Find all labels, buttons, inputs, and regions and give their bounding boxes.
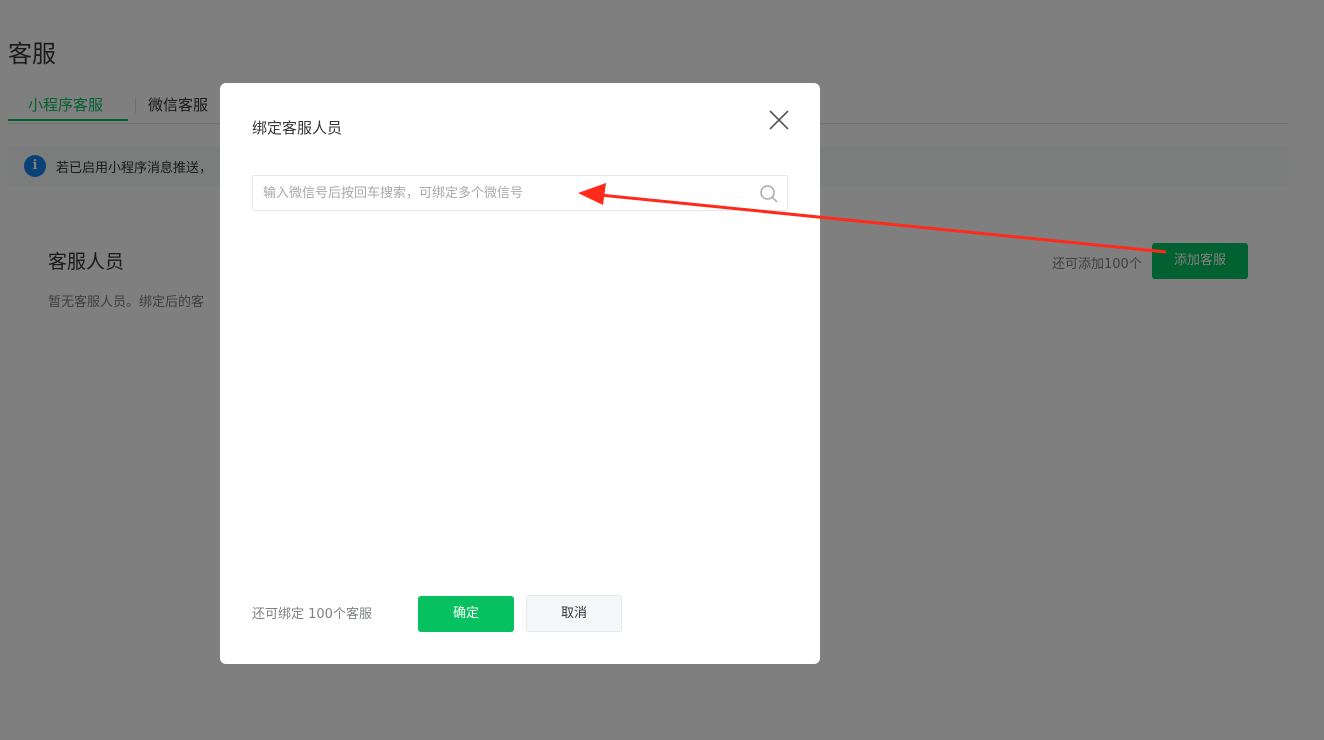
bind-quota-text: 还可绑定 100个客服: [252, 607, 372, 622]
close-icon[interactable]: [766, 107, 792, 133]
search-box: [252, 175, 788, 211]
bind-service-dialog: 绑定客服人员 还可绑定 100个客服 确定 取消: [220, 83, 820, 664]
wechat-id-search-input[interactable]: [253, 176, 743, 210]
cancel-button[interactable]: 取消: [526, 595, 622, 632]
dialog-title: 绑定客服人员: [252, 119, 343, 137]
confirm-button[interactable]: 确定: [418, 596, 514, 632]
search-icon[interactable]: [759, 184, 779, 204]
